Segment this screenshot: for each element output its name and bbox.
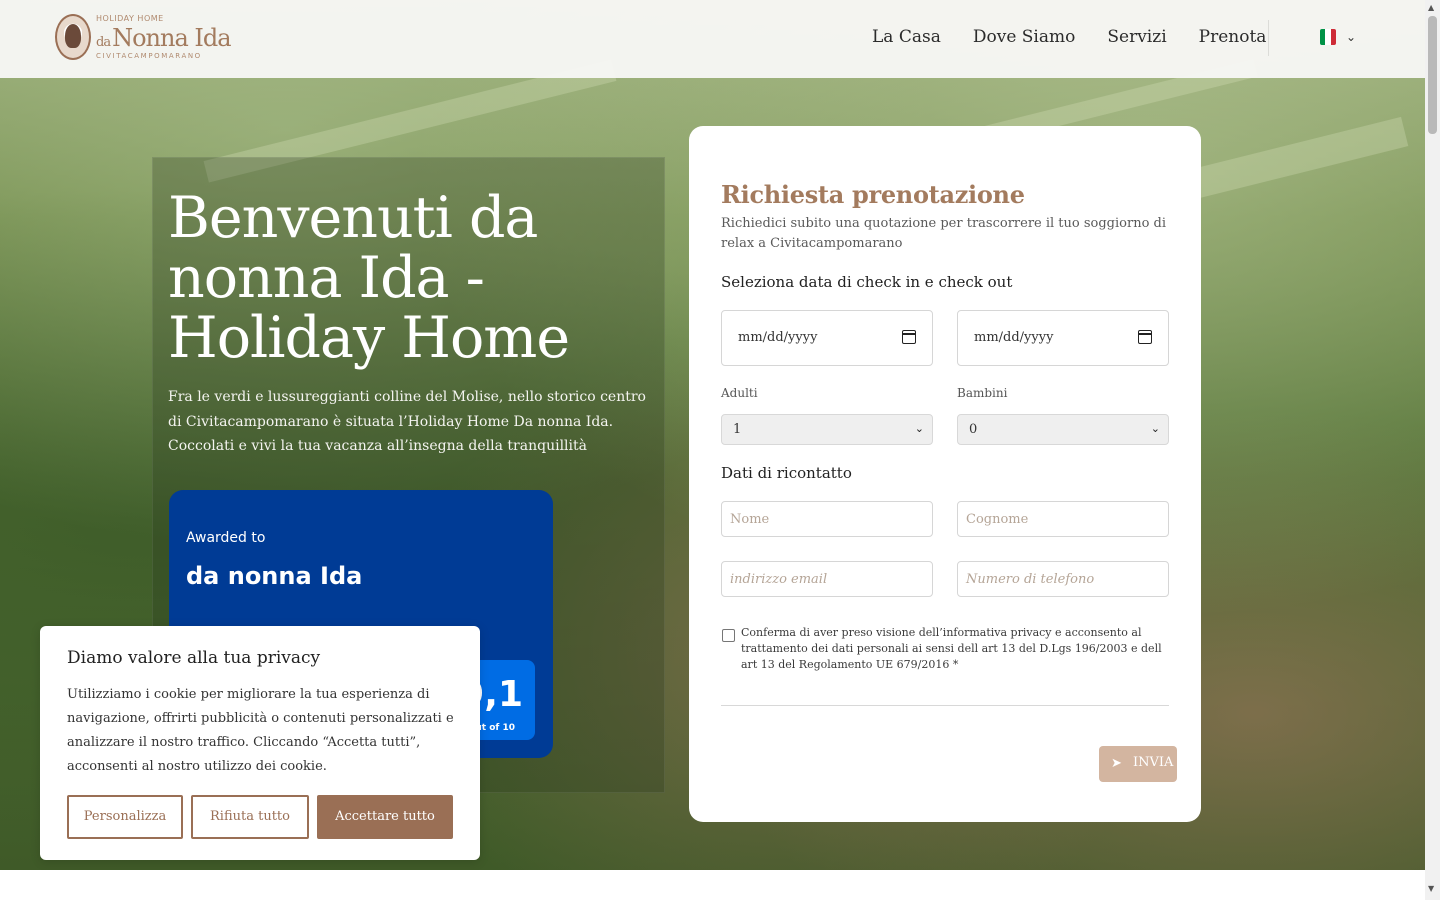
chevron-down-icon: ⌄ [1150, 422, 1160, 435]
form-divider [721, 705, 1169, 706]
checkout-placeholder: mm/dd/yyyy [974, 330, 1054, 345]
main-nav: La Casa Dove Siamo Servizi Prenota [872, 27, 1298, 47]
dates-heading: Seleziona data di check in e check out [721, 273, 1013, 291]
email-field[interactable]: indirizzo email [721, 561, 933, 597]
scroll-thumb[interactable] [1428, 16, 1437, 134]
phone-field[interactable]: Numero di telefono [957, 561, 1169, 597]
calendar-icon[interactable] [1138, 330, 1152, 344]
scroll-up-icon[interactable]: ▲ [1428, 3, 1434, 12]
nav-servizi[interactable]: Servizi [1107, 27, 1166, 47]
last-name-field[interactable]: Cognome [957, 501, 1169, 537]
logo-prefix: da [96, 35, 111, 50]
contact-heading: Dati di ricontatto [721, 464, 852, 482]
page-bottom [0, 870, 1425, 900]
last-name-placeholder: Cognome [966, 512, 1029, 527]
phone-placeholder: Numero di telefono [966, 572, 1095, 587]
cookie-accept-button[interactable]: Accettare tutto [317, 795, 453, 839]
logo-top-text: HOLIDAY HOME [96, 14, 164, 23]
page-scrollbar[interactable]: ▲ ▼ [1425, 0, 1440, 900]
children-select[interactable]: 0 ⌄ [957, 414, 1169, 445]
chevron-down-icon: ⌄ [914, 422, 924, 435]
site-header: HOLIDAY HOME daNonna Ida CIVITACAMPOMARA… [0, 0, 1425, 78]
checkout-date-input[interactable]: mm/dd/yyyy [957, 310, 1169, 366]
adults-label: Adulti [721, 386, 758, 400]
privacy-consent-text: Conferma di aver preso visione dell’info… [741, 626, 1162, 671]
logo-main-text: daNonna Ida [96, 24, 232, 52]
logo-name: Nonna Ida [112, 24, 231, 52]
submit-button[interactable]: ➤ INVIA [1099, 746, 1177, 782]
nav-prenota[interactable]: Prenota [1199, 27, 1267, 47]
logo-bottom-text: CIVITACAMPOMARANO [96, 52, 202, 60]
children-label: Bambini [957, 386, 1008, 400]
calendar-icon[interactable] [902, 330, 916, 344]
cookie-customize-button[interactable]: Personalizza [67, 795, 183, 839]
scroll-down-icon[interactable]: ▼ [1428, 884, 1434, 893]
booking-form-description: Richiedici subito una quotazione per tra… [721, 216, 1167, 251]
email-placeholder: indirizzo email [730, 572, 828, 587]
first-name-field[interactable]: Nome [721, 501, 933, 537]
children-value: 0 [969, 422, 978, 437]
cookie-banner: Diamo valore alla tua privacy Utilizziam… [40, 626, 480, 860]
privacy-consent-checkbox[interactable] [722, 629, 735, 642]
adults-select[interactable]: 1 ⌄ [721, 414, 933, 445]
first-name-placeholder: Nome [730, 512, 770, 527]
page-title: Benvenuti da nonna Ida - Holiday Home [168, 185, 570, 371]
cookie-reject-button[interactable]: Rifiuta tutto [191, 795, 309, 839]
language-selector[interactable]: ⌄ [1320, 29, 1356, 45]
intro-text: Fra le verdi e lussureggianti colline de… [168, 389, 646, 454]
award-subtitle: Awarded to [186, 530, 266, 546]
send-icon: ➤ [1111, 756, 1122, 771]
nav-divider [1268, 20, 1269, 56]
checkin-placeholder: mm/dd/yyyy [738, 330, 818, 345]
nav-la-casa[interactable]: La Casa [872, 27, 941, 47]
logo-portrait-icon [55, 14, 91, 60]
chevron-down-icon: ⌄ [1346, 30, 1357, 44]
italian-flag-icon [1320, 29, 1336, 45]
cookie-text: Utilizziamo i cookie per migliorare la t… [67, 687, 454, 774]
site-logo[interactable]: HOLIDAY HOME daNonna Ida CIVITACAMPOMARA… [55, 12, 232, 64]
cookie-title: Diamo valore alla tua privacy [67, 648, 321, 668]
submit-label: INVIA [1133, 755, 1174, 770]
adults-value: 1 [733, 422, 742, 437]
award-name: da nonna Ida [186, 562, 363, 590]
nav-dove-siamo[interactable]: Dove Siamo [973, 27, 1076, 47]
booking-form-card: Richiesta prenotazione Richiedici subito… [689, 126, 1201, 822]
checkin-date-input[interactable]: mm/dd/yyyy [721, 310, 933, 366]
booking-form-title: Richiesta prenotazione [721, 180, 1025, 209]
